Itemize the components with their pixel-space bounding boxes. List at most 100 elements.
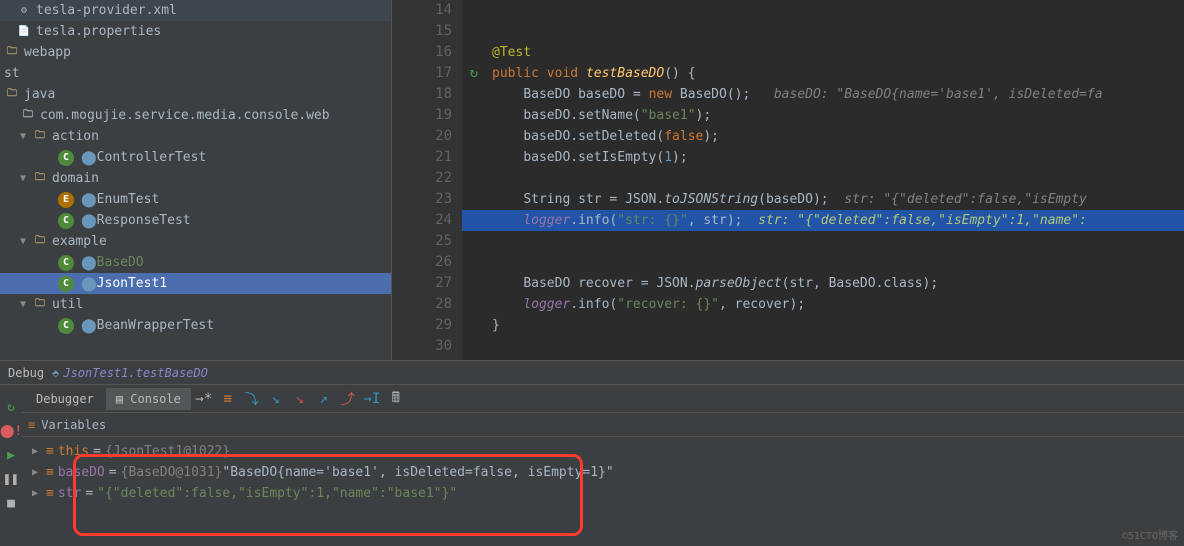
folder-icon: 🗀: [32, 171, 48, 187]
tree-label: webapp: [24, 45, 71, 60]
tree-class[interactable]: C⬤ BaseDO: [0, 252, 391, 273]
tree-class[interactable]: E⬤ EnumTest: [0, 189, 391, 210]
tree-label: java: [24, 87, 55, 102]
line-number[interactable]: 18: [392, 84, 452, 105]
chevron-right-icon[interactable]: ▶: [32, 483, 46, 504]
enum-icon: E: [58, 192, 74, 208]
tree-package[interactable]: ▼🗀action: [0, 126, 391, 147]
code-editor[interactable]: 14 15 16 17↻ 18 19 20 21 22 23 24 25 26 …: [392, 0, 1184, 360]
line-number[interactable]: 24: [392, 210, 452, 231]
run-to-cursor-icon[interactable]: →I: [361, 388, 383, 410]
var-name: str: [58, 483, 81, 504]
var-name: this: [58, 441, 89, 462]
line-number[interactable]: 20: [392, 126, 452, 147]
tree-dir[interactable]: 🗀 java: [0, 84, 391, 105]
debug-left-toolbar: ↻ ⬤! ▶ ❚❚ ■: [0, 388, 22, 512]
tab-debugger[interactable]: Debugger: [26, 388, 104, 410]
tree-label: st: [4, 66, 20, 81]
tree-class[interactable]: C⬤ ResponseTest: [0, 210, 391, 231]
folder-icon: 🗀: [4, 87, 20, 103]
stop-icon[interactable]: ■: [2, 494, 20, 512]
tree-file[interactable]: ⚙tesla-provider.xml: [0, 0, 391, 21]
class-icon: C: [58, 255, 74, 271]
stop-but-icon[interactable]: ⬤!: [2, 422, 20, 440]
tree-class[interactable]: C⬤ BeanWrapperTest: [0, 315, 391, 336]
class-icon: C: [58, 213, 74, 229]
line-number[interactable]: 21: [392, 147, 452, 168]
variables-icon: ≡: [28, 418, 35, 432]
line-number[interactable]: 23: [392, 189, 452, 210]
line-number[interactable]: 26: [392, 252, 452, 273]
line-number[interactable]: 15: [392, 21, 452, 42]
tree-package[interactable]: ▼🗀domain: [0, 168, 391, 189]
chevron-down-icon[interactable]: ▼: [20, 131, 32, 142]
debug-panel: Debug ⬘ JsonTest1.testBaseDO Debugger ▤ …: [0, 360, 1184, 546]
frames-icon[interactable]: ≡: [217, 388, 239, 410]
line-number[interactable]: 14: [392, 0, 452, 21]
folder-icon: 🗀: [32, 297, 48, 313]
chevron-down-icon[interactable]: ▼: [20, 173, 32, 184]
class-icon: C: [58, 276, 74, 292]
code-body[interactable]: @Test public void testBaseDO() { BaseDO …: [462, 0, 1184, 360]
tree-dir[interactable]: st: [0, 63, 391, 84]
tree-label: util: [52, 297, 83, 312]
step-into-icon[interactable]: ↘: [265, 388, 287, 410]
tree-label: com.mogujie.service.media.console.web: [40, 108, 330, 123]
tree-package[interactable]: ▼🗀example: [0, 231, 391, 252]
chevron-right-icon[interactable]: ▶: [32, 462, 46, 483]
inline-hint: str: "{"deleted":false,"isEmpty: [844, 192, 1087, 207]
variable-row[interactable]: ▶ ≡ str = "{"deleted":false,"isEmpty":1,…: [22, 483, 1184, 504]
line-number[interactable]: 16: [392, 42, 452, 63]
line-number[interactable]: 19: [392, 105, 452, 126]
variable-row[interactable]: ▶ ≡ this = {JsonTest1@1022}: [22, 441, 1184, 462]
line-number[interactable]: 17↻: [392, 63, 452, 84]
debug-label: Debug: [8, 366, 44, 380]
line-number[interactable]: 27: [392, 273, 452, 294]
chevron-down-icon[interactable]: ▼: [20, 236, 32, 247]
gutter[interactable]: 14 15 16 17↻ 18 19 20 21 22 23 24 25 26 …: [392, 0, 462, 360]
vcs-icon: ⬤: [81, 321, 97, 331]
evaluate-icon[interactable]: 🖩: [385, 388, 407, 410]
line-number[interactable]: 29: [392, 315, 452, 336]
tab-console[interactable]: ▤ Console: [106, 388, 191, 410]
tree-label: BaseDO: [97, 255, 144, 270]
tree-label: tesla-provider.xml: [36, 3, 177, 18]
vcs-icon: ⬤: [81, 153, 97, 163]
tree-label: BeanWrapperTest: [97, 318, 214, 333]
line-number[interactable]: 25: [392, 231, 452, 252]
folder-icon: 🗀: [32, 129, 48, 145]
tree-label: ControllerTest: [97, 150, 207, 165]
step-out-icon[interactable]: ↗: [313, 388, 335, 410]
inline-hint: str: "{"deleted":false,"isEmpty":1,"name…: [758, 213, 1087, 228]
tree-package[interactable]: ▼🗀 util: [0, 294, 391, 315]
tree-dir[interactable]: 🗀webapp: [0, 42, 391, 63]
line-number[interactable]: 22: [392, 168, 452, 189]
pause-icon[interactable]: ❚❚: [2, 470, 20, 488]
variable-row[interactable]: ▶ ≡ baseDO = {BaseDO@1031} "BaseDO{name=…: [22, 462, 1184, 483]
step-over-icon[interactable]: ⤵: [241, 388, 263, 410]
project-tree[interactable]: ⚙tesla-provider.xml 📄tesla.properties 🗀w…: [0, 0, 392, 360]
var-value: "{"deleted":false,"isEmpty":1,"name":"ba…: [97, 483, 457, 504]
var-type: {BaseDO@1031}: [121, 462, 223, 483]
chevron-right-icon[interactable]: ▶: [32, 441, 46, 462]
tree-package[interactable]: 🗀com.mogujie.service.media.console.web: [0, 105, 391, 126]
properties-icon: 📄: [16, 24, 32, 40]
watermark: ©51CTO博客: [1122, 527, 1178, 542]
rerun-icon[interactable]: ↻: [2, 398, 20, 416]
force-step-into-icon[interactable]: ↘: [289, 388, 311, 410]
output-icon[interactable]: →*: [193, 388, 215, 410]
execution-line: logger.info("str: {}", str); str: "{"del…: [462, 210, 1184, 231]
variables-pane: ≡ Variables ▶ ≡ this = {JsonTest1@1022} …: [22, 413, 1184, 508]
tree-class[interactable]: C⬤ ControllerTest: [0, 147, 391, 168]
method-name: testBaseDO: [586, 66, 664, 81]
line-number[interactable]: 30: [392, 336, 452, 357]
tree-file[interactable]: 📄tesla.properties: [0, 21, 391, 42]
var-icon: ≡: [46, 483, 54, 504]
chevron-down-icon[interactable]: ▼: [20, 299, 32, 310]
tree-class-selected[interactable]: C⬤ JsonTest1: [0, 273, 391, 294]
tree-label: EnumTest: [97, 192, 160, 207]
resume-icon[interactable]: ▶: [2, 446, 20, 464]
var-name: baseDO: [58, 462, 105, 483]
line-number[interactable]: 28: [392, 294, 452, 315]
drop-frame-icon[interactable]: ⤴: [337, 388, 359, 410]
